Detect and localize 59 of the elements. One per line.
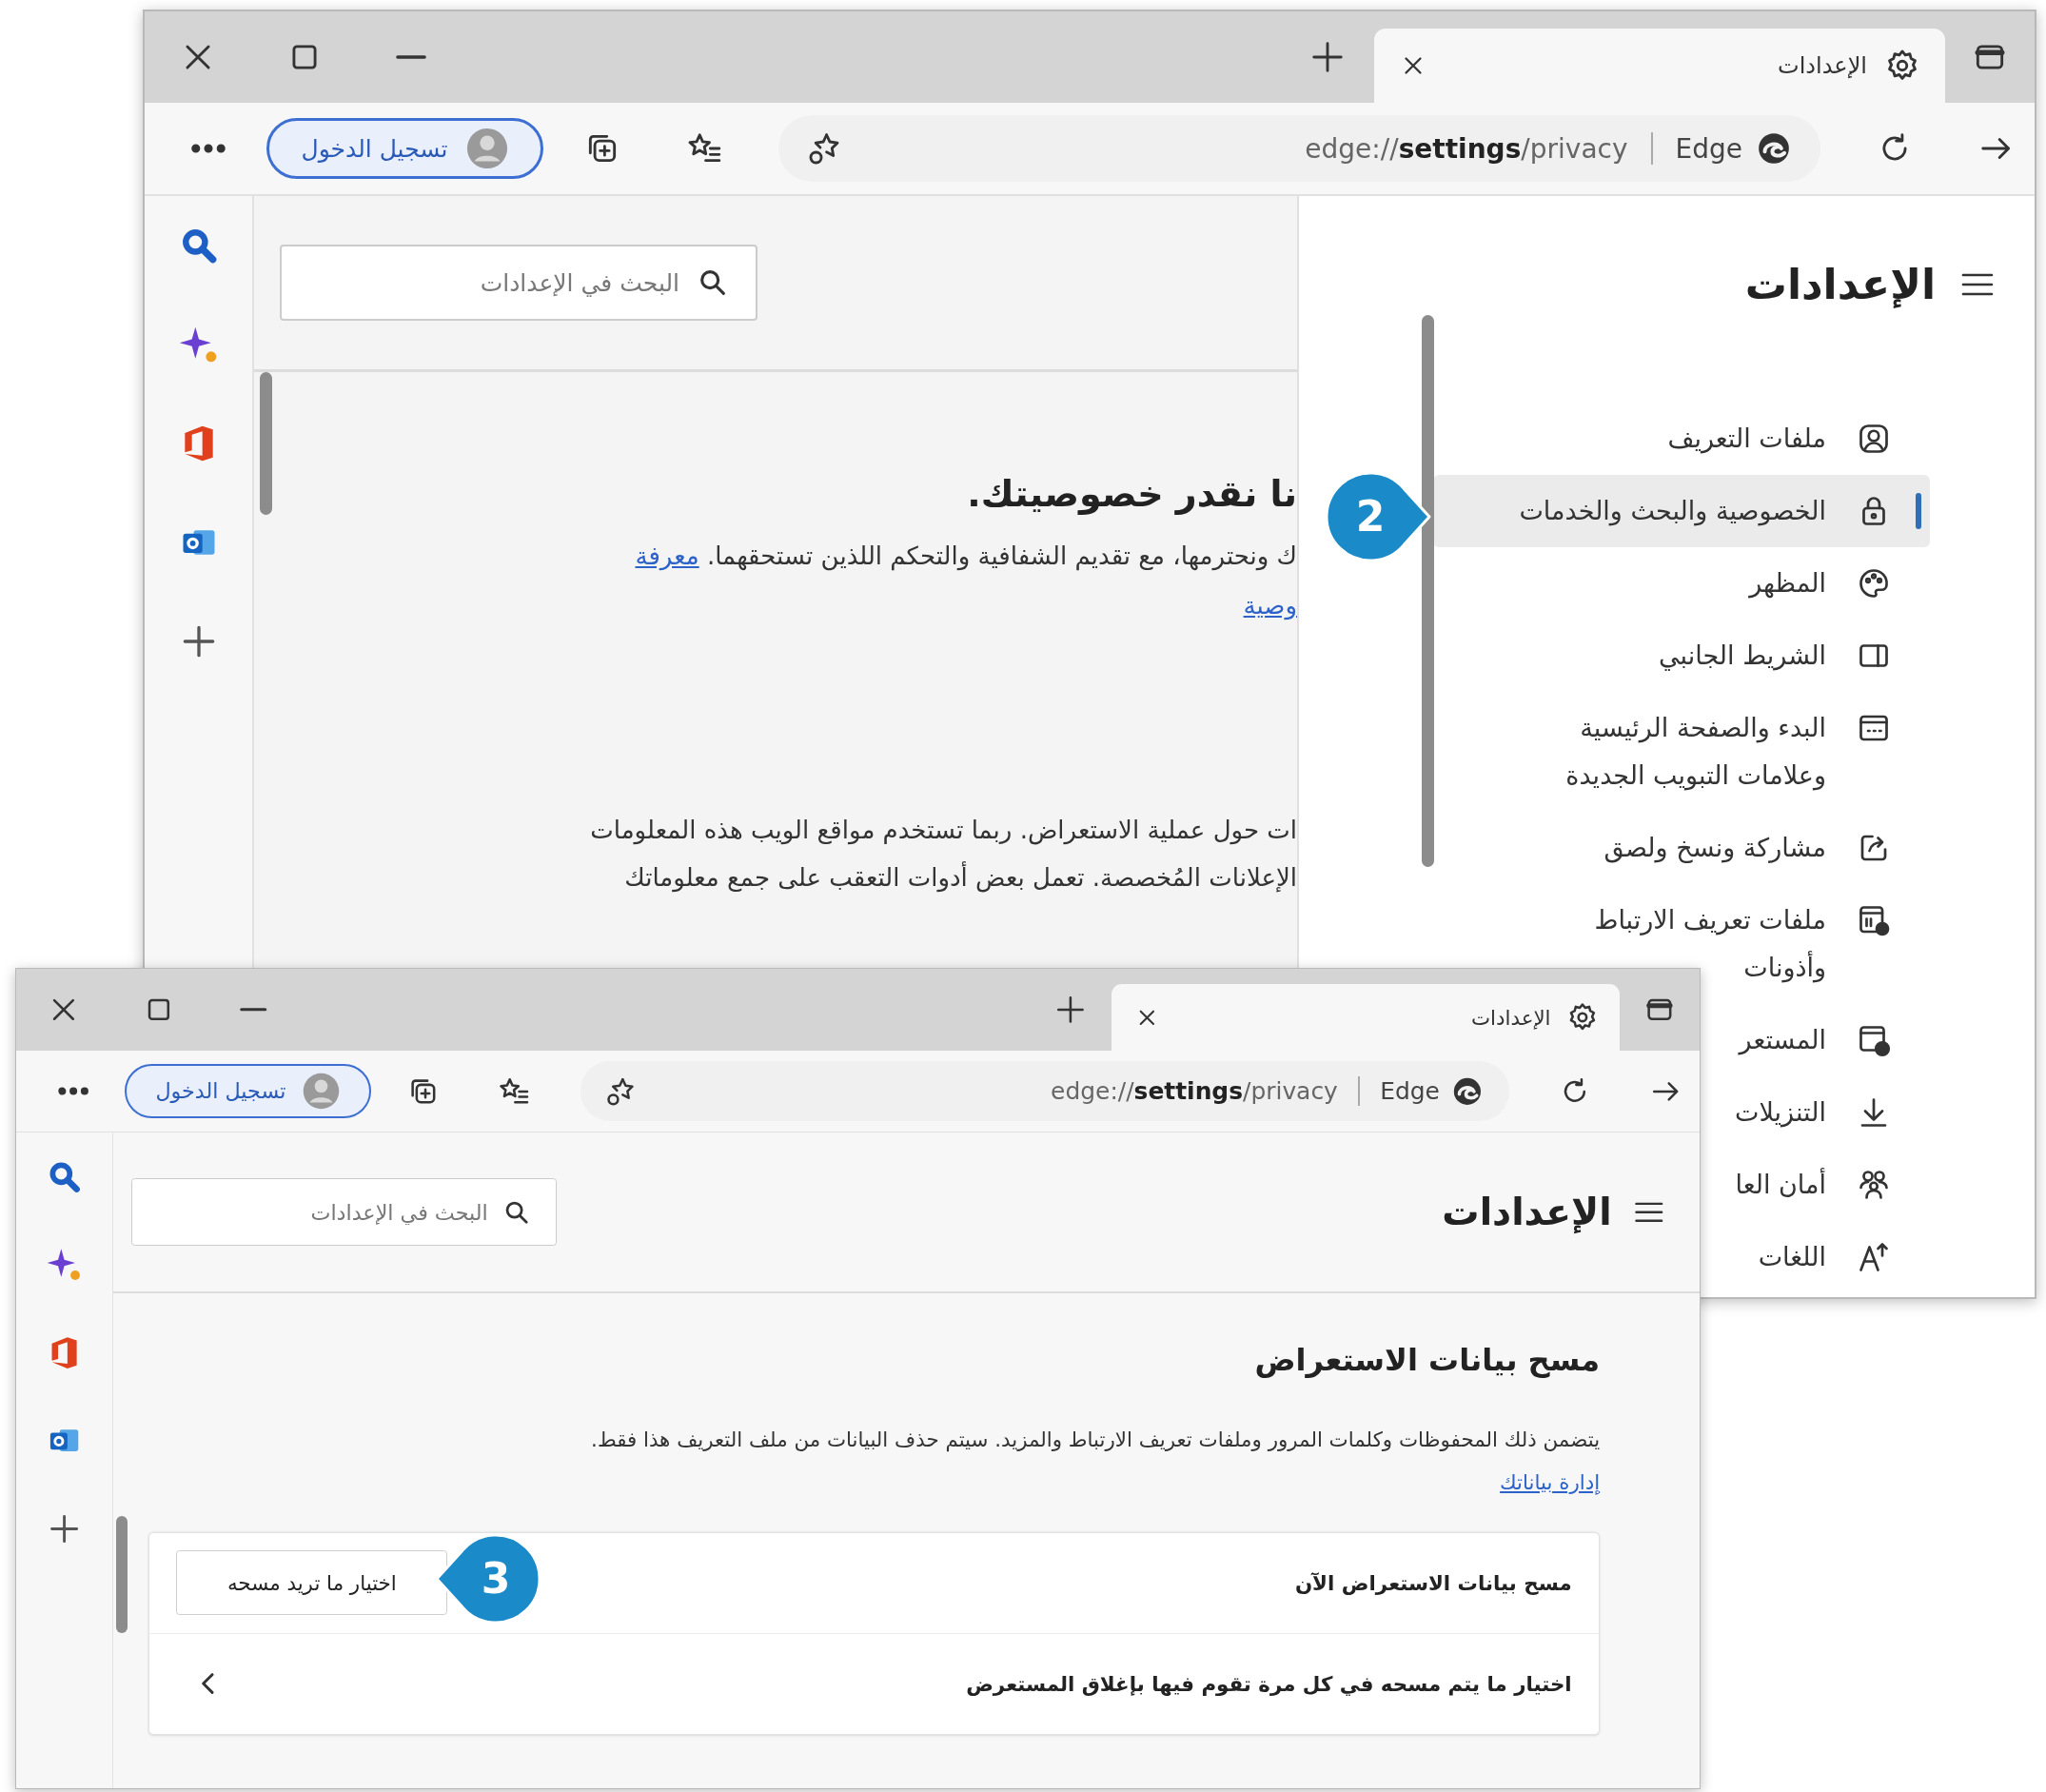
nav-item[interactable]: الخصوصية والبحث والخدمات — [1433, 475, 1930, 547]
heading: مسح بيانات الاستعراض — [1253, 1340, 1601, 1380]
nav-label[interactable]: الخصوصية والبحث والخدمات — [1519, 487, 1826, 535]
url-text: edge://settings/privacy — [1051, 1076, 1338, 1105]
nav-label[interactable]: وأذونات — [1743, 944, 1826, 992]
address-field[interactable]: edge://settings/privacy Edge — [580, 1061, 1509, 1121]
plus-icon — [1309, 39, 1346, 75]
more-icon — [58, 1087, 88, 1094]
nav-label[interactable]: المظهر — [1749, 560, 1826, 607]
cookie-settings-icon — [1857, 903, 1891, 937]
tab-title: الإعدادات — [1470, 1005, 1551, 1030]
nav-label[interactable]: مشاركة ونسخ ولصق — [1603, 824, 1826, 872]
browser-name: Edge — [1380, 1076, 1440, 1105]
address-field[interactable]: edge://settings/privacy Edge — [778, 115, 1820, 182]
scrollbar[interactable] — [116, 1515, 128, 1634]
browser-name: Edge — [1675, 132, 1742, 165]
nav-label[interactable]: ملفات تعريف الارتباط — [1594, 896, 1826, 944]
nav-label[interactable]: اللغات — [1758, 1233, 1826, 1281]
paragraph: يتضمن ذلك المحفوظات وكلمات المرور وملفات تعريف الارتباط والمزيد. سيتم حذف البيانات من ملف التعريف هذا فقط. إدارة بياناتك — [590, 1427, 1601, 1497]
link[interactable]: إدارة بياناتك — [1500, 1469, 1601, 1494]
tab-title: الإعدادات — [1778, 52, 1867, 79]
search-field[interactable]: البحث في الإعدادات — [131, 1178, 557, 1247]
avatar-icon — [464, 127, 509, 170]
sign-in-button[interactable]: تسجيل الدخول — [124, 1063, 371, 1118]
avatar-icon — [301, 1071, 341, 1111]
minimize-icon — [396, 55, 426, 59]
scrollbar[interactable] — [260, 372, 272, 515]
nav-label[interactable]: ملفات التعريف — [1667, 415, 1826, 463]
palette-icon — [1857, 566, 1891, 601]
nav-label[interactable]: التنزيلات — [1735, 1089, 1826, 1136]
nav-label[interactable]: وعلامات التبويب الجديدة — [1565, 752, 1826, 799]
choose-button[interactable]: اختيار ما تريد مسحه — [176, 1550, 448, 1615]
settings-title: الإعدادات — [1744, 260, 1936, 308]
sign-in-button[interactable]: تسجيل الدخول — [266, 118, 543, 179]
more-icon — [192, 145, 225, 152]
url-text: edge://settings/privacy — [1305, 132, 1628, 165]
paragraph: ك ونحترمها، مع تقديم الشفافية والتحكم اللذين تستحقهما. معرفة وصية — [634, 541, 1297, 622]
nav-label[interactable]: أمان العا — [1735, 1161, 1826, 1209]
settings-title: الإعدادات — [1442, 1191, 1612, 1234]
swirl-logo-icon — [1756, 130, 1792, 167]
browser-icon — [1857, 1023, 1891, 1057]
profile-icon — [1857, 422, 1891, 456]
heading: نا نقدر خصوصيتك. — [966, 472, 1297, 517]
link[interactable]: وصية — [1243, 591, 1297, 620]
browser-tab[interactable]: الإعدادات — [1374, 29, 1945, 103]
nav-label[interactable]: الشريط الجانبي — [1659, 632, 1826, 679]
language-icon — [1857, 1240, 1891, 1274]
scrollbar[interactable] — [1422, 315, 1434, 867]
browser-tab[interactable]: الإعدادات — [1112, 984, 1621, 1051]
selection-indicator — [1916, 493, 1921, 529]
setting-label: مسح بيانات الاستعراض الآن — [1294, 1570, 1572, 1595]
setting-label: اختيار ما يتم مسحه في كل مرة تقوم فيها بإغلاق المستعرض — [966, 1671, 1572, 1696]
paragraph: ات حول عملية الاستعراض. ربما تستخدم مواقع الويب هذه المعلومات الإعلانات المُخصصة. تعمل بعض أدوات التعقب على جمع معلوماتك — [589, 815, 1297, 895]
nav-label[interactable]: المستعر — [1739, 1016, 1826, 1064]
search-field[interactable]: البحث في الإعدادات — [280, 245, 757, 321]
family-icon — [1857, 1168, 1891, 1202]
link[interactable]: معرفة — [635, 542, 699, 570]
nav-label[interactable]: البدء والصفحة الرئيسية — [1580, 704, 1826, 752]
minimize-icon — [239, 1008, 267, 1012]
